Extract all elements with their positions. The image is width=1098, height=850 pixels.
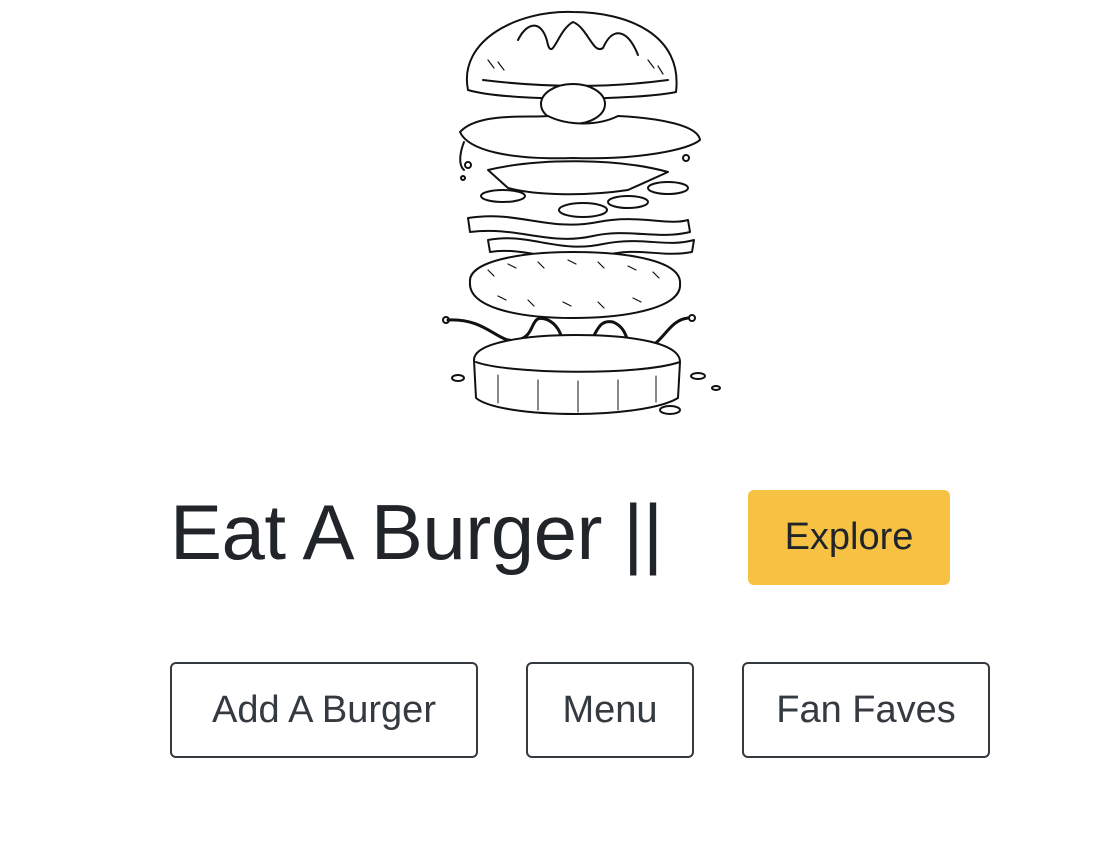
explore-button[interactable]: Explore <box>748 490 950 585</box>
menu-button[interactable]: Menu <box>526 662 694 758</box>
fan-faves-button[interactable]: Fan Faves <box>742 662 990 758</box>
page: Eat A Burger || Explore Add A Burger Men… <box>0 0 1098 850</box>
page-title: Eat A Burger || <box>170 488 663 576</box>
add-burger-button[interactable]: Add A Burger <box>170 662 478 758</box>
burger-illustration-icon <box>398 0 738 450</box>
